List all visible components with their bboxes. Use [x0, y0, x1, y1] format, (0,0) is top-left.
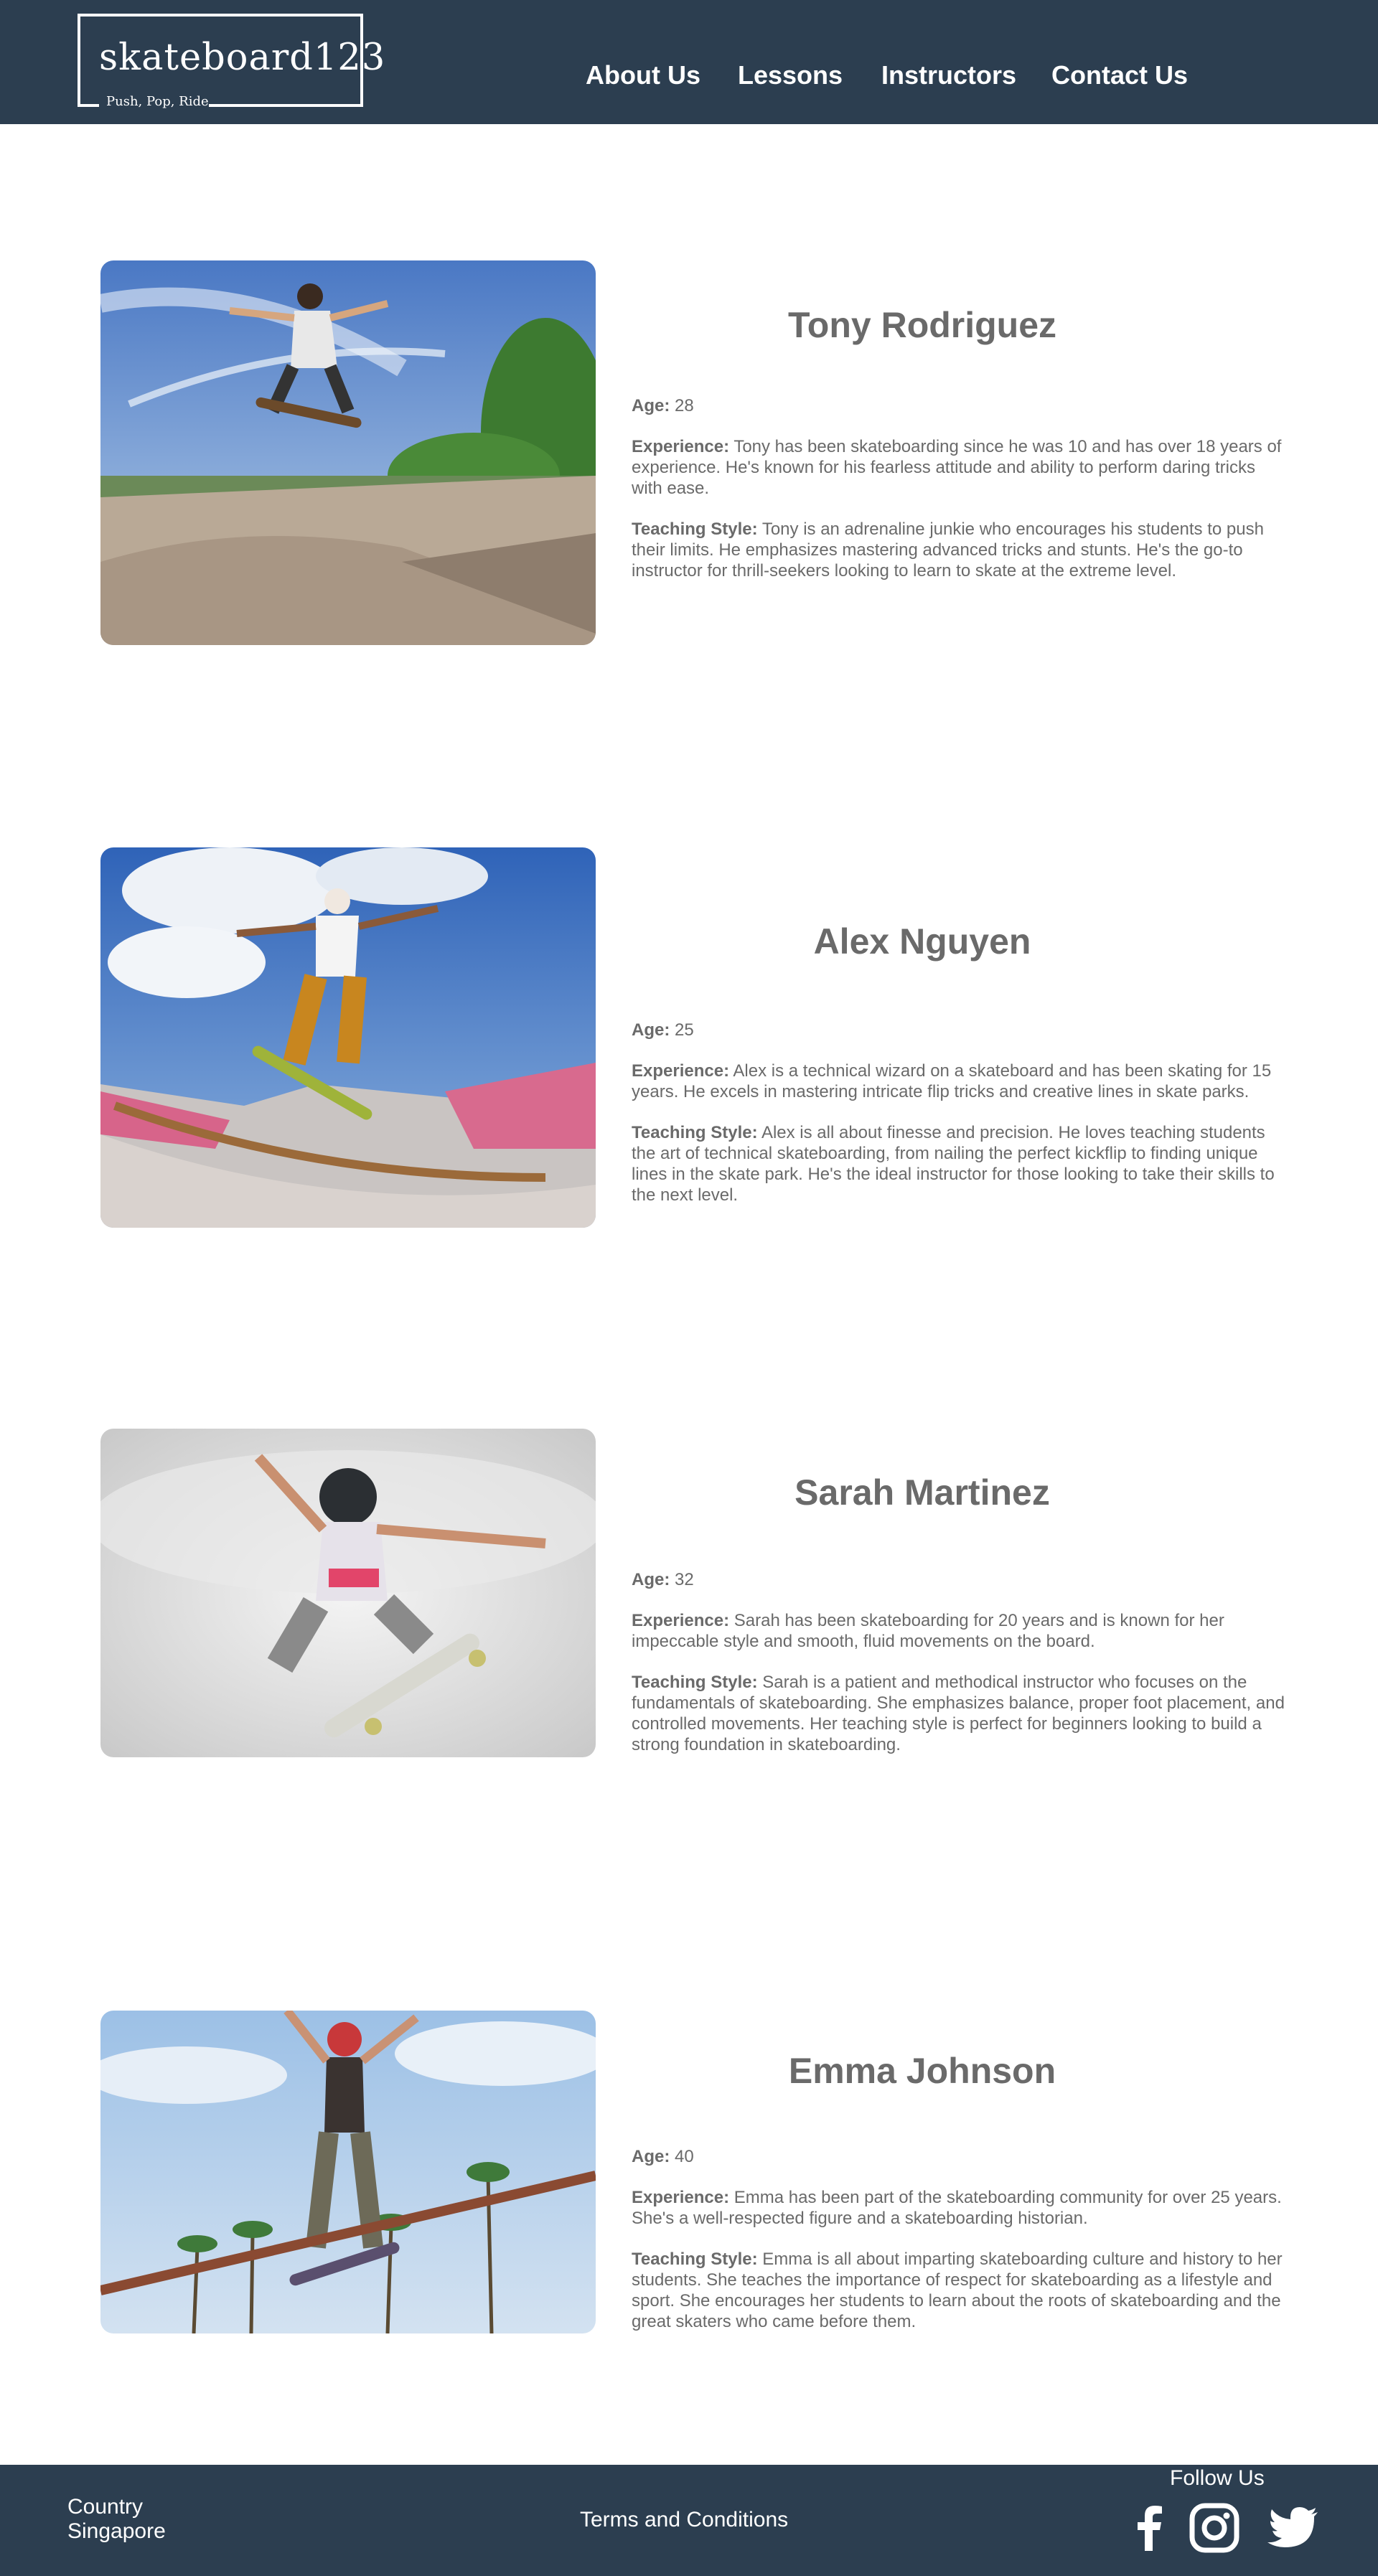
logo[interactable]: skateboard123 Push, Pop, Ride: [78, 14, 385, 109]
experience-label: Experience:: [632, 2188, 730, 2207]
instructor-age: 40: [675, 2147, 694, 2166]
instructor-details: Age: 40 Experience: Emma has been part o…: [632, 2146, 1285, 2352]
follow-us-label: Follow Us: [1170, 2466, 1265, 2490]
age-label: Age:: [632, 1020, 670, 1040]
instructor-age: 25: [675, 1020, 694, 1040]
logo-tagline: Push, Pop, Ride: [106, 94, 209, 109]
instructor-details: Age: 28 Experience: Tony has been skateb…: [632, 395, 1285, 601]
logo-border: [78, 104, 99, 107]
instructor-photo: [100, 260, 596, 645]
instructor-age: 28: [675, 396, 694, 415]
instructor-experience: Tony has been skateboarding since he was…: [632, 437, 1282, 498]
age-label: Age:: [632, 396, 670, 415]
instructor-experience: Emma has been part of the skateboarding …: [632, 2188, 1282, 2228]
footer-country: Singapore: [67, 2519, 166, 2543]
nav-instructors[interactable]: Instructors: [881, 60, 1016, 90]
site-footer: Country Singapore Terms and Conditions F…: [0, 2465, 1378, 2576]
experience-label: Experience:: [632, 437, 730, 456]
instructor-age: 32: [675, 1570, 694, 1589]
instructor-photo: [100, 2011, 596, 2333]
twitter-icon[interactable]: [1266, 2501, 1321, 2555]
age-label: Age:: [632, 1570, 670, 1589]
instagram-icon[interactable]: [1187, 2501, 1242, 2555]
facebook-icon[interactable]: [1122, 2501, 1177, 2555]
instructor-name: Tony Rodriguez: [787, 305, 1057, 345]
instructor-photo: [100, 847, 596, 1228]
teaching-style-label: Teaching Style:: [632, 1673, 758, 1692]
site-header: skateboard123 Push, Pop, Ride About Us L…: [0, 0, 1378, 124]
nav-about-us[interactable]: About Us: [586, 60, 700, 90]
instructor-details: Age: 32 Experience: Sarah has been skate…: [632, 1569, 1285, 1775]
age-label: Age:: [632, 2147, 670, 2166]
experience-label: Experience:: [632, 1611, 730, 1630]
instructor-name: Alex Nguyen: [813, 921, 1031, 962]
logo-name: skateboard123: [99, 37, 386, 79]
nav-contact-us[interactable]: Contact Us: [1051, 60, 1188, 90]
experience-label: Experience:: [632, 1061, 730, 1081]
teaching-style-label: Teaching Style:: [632, 520, 758, 539]
terms-link[interactable]: Terms and Conditions: [580, 2508, 788, 2532]
footer-address: Country Singapore: [67, 2495, 166, 2544]
footer-country-label: Country: [67, 2495, 144, 2519]
instructor-name: Sarah Martinez: [795, 1472, 1050, 1513]
teaching-style-label: Teaching Style:: [632, 1123, 758, 1142]
instructor-details: Age: 25 Experience: Alex is a technical …: [632, 1020, 1285, 1226]
logo-border: [209, 104, 363, 107]
nav-lessons[interactable]: Lessons: [738, 60, 843, 90]
teaching-style-label: Teaching Style:: [632, 2250, 758, 2269]
instructor-photo: [100, 1429, 596, 1757]
instructor-name: Emma Johnson: [788, 2051, 1056, 2091]
